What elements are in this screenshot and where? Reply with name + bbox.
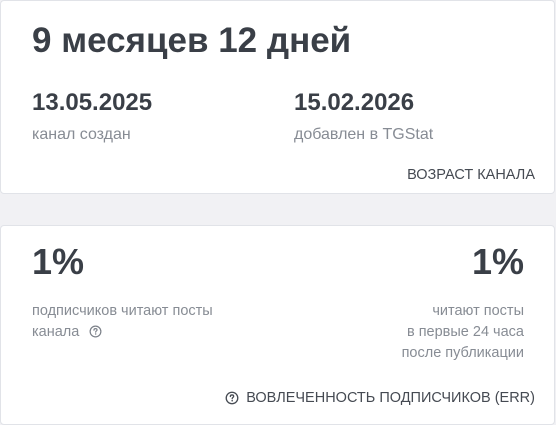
engagement-footer-label: ВОВЛЕЧЕННОСТЬ ПОДПИСЧИКОВ (ERR) [246, 390, 535, 406]
engagement-err-card: 1% подписчиков читают посты канала 1% чи… [0, 225, 555, 425]
channel-age-value: 9 месяцев 12 дней [32, 21, 352, 60]
channel-age-footer-label: ВОЗРАСТ КАНАЛА [407, 167, 535, 183]
question-circle-icon[interactable] [89, 325, 102, 338]
added-caption: добавлен в TGStat [294, 126, 434, 143]
channel-age-card: 9 месяцев 12 дней 13.05.2025 канал созда… [0, 0, 555, 194]
channel-age-footer: ВОЗРАСТ КАНАЛА [407, 167, 535, 183]
readers-caption-line-2: канала [32, 324, 80, 340]
readers-caption: подписчиков читают посты канала [32, 301, 213, 343]
readers-percent: 1% [32, 241, 85, 282]
added-date: 15.02.2026 [294, 89, 415, 116]
readers-caption-line-2-row: канала [32, 322, 213, 343]
readers-caption-line-1: подписчиков читают посты [32, 303, 213, 319]
first-day-readers-caption: читают посты в первые 24 часа после публ… [402, 301, 524, 364]
first-day-readers-percent: 1% [471, 241, 524, 282]
created-date: 13.05.2025 [32, 89, 153, 116]
first-day-caption-line-1: читают посты [432, 303, 524, 319]
created-caption: канал создан [32, 126, 131, 143]
engagement-footer: ВОВЛЕЧЕННОСТЬ ПОДПИСЧИКОВ (ERR) [225, 390, 535, 406]
first-day-caption-line-3: после публикации [401, 345, 524, 361]
first-day-caption-line-2: в первые 24 часа [406, 324, 524, 340]
question-circle-icon[interactable] [225, 391, 239, 405]
